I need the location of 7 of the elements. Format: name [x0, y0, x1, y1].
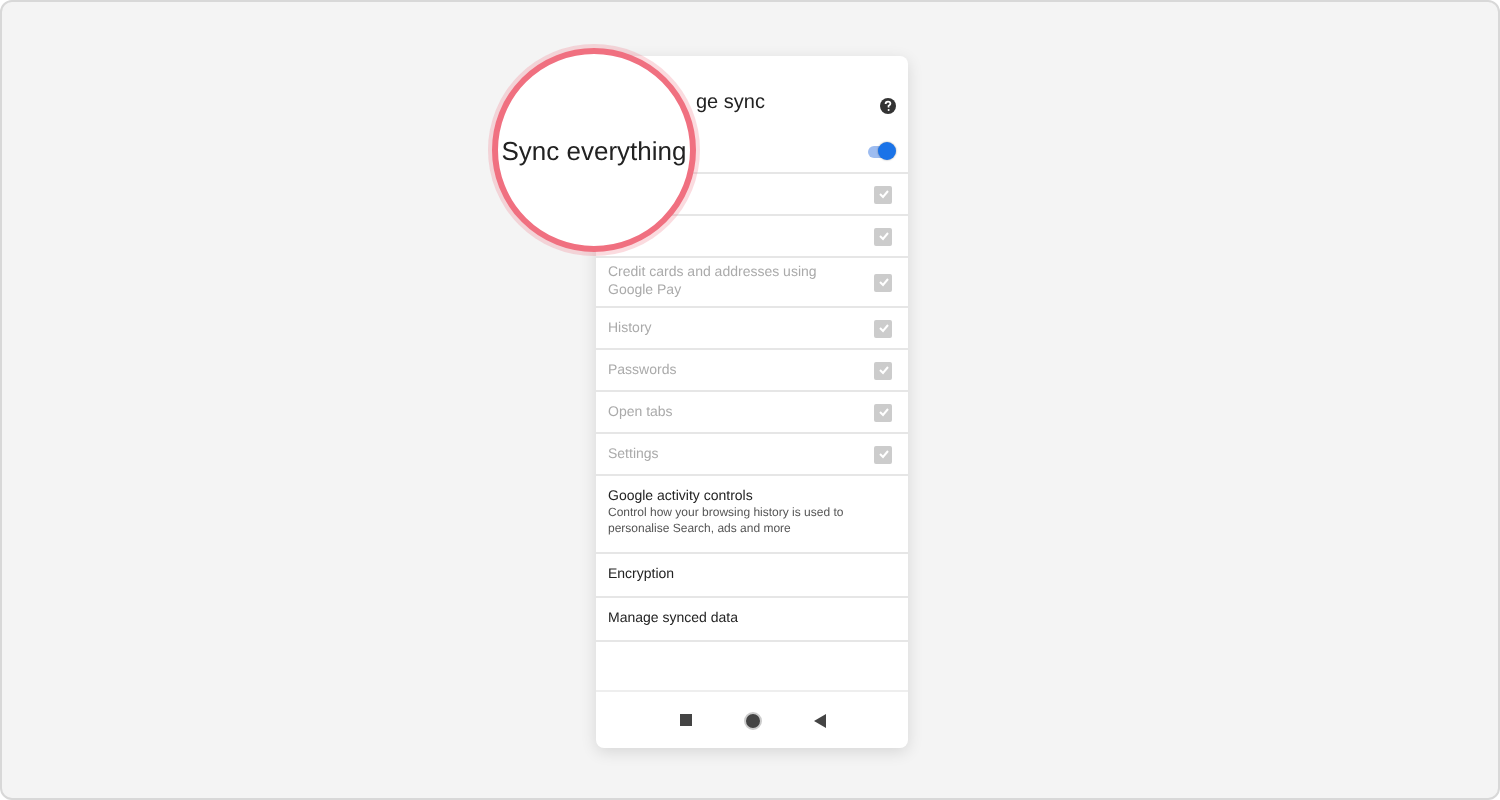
- toggle-switch[interactable]: [868, 146, 892, 158]
- screen-title: ge sync: [696, 92, 765, 114]
- recents-icon[interactable]: [679, 714, 691, 726]
- help-icon[interactable]: [880, 98, 896, 114]
- magnified-label: Sync everything: [501, 135, 687, 165]
- home-icon[interactable]: [743, 711, 761, 729]
- back-icon[interactable]: [813, 713, 825, 727]
